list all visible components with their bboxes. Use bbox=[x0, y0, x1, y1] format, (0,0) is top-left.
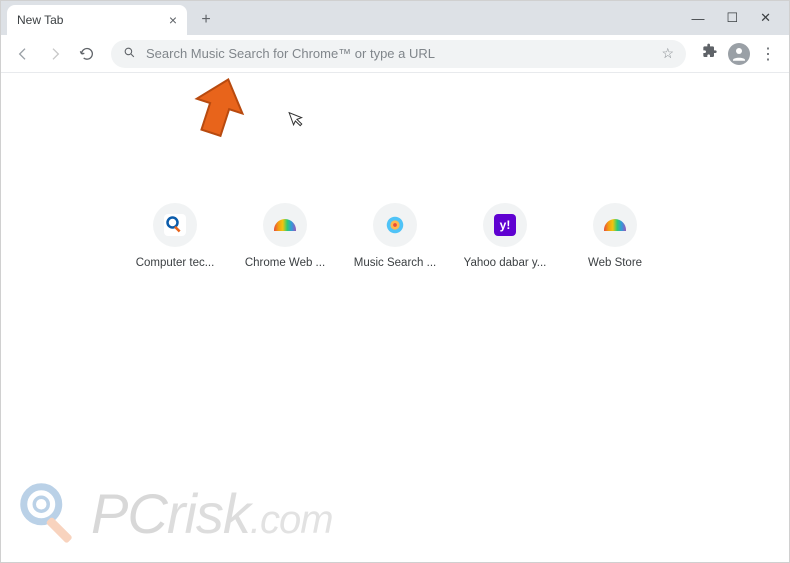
shortcut-computer-tech[interactable]: Computer tec... bbox=[133, 203, 217, 269]
shortcut-label: Computer tec... bbox=[136, 257, 215, 269]
shortcut-label: Chrome Web ... bbox=[245, 257, 325, 269]
titlebar: New Tab × + — ☐ ✕ bbox=[1, 1, 789, 35]
shortcut-chrome-web[interactable]: Chrome Web ... bbox=[243, 203, 327, 269]
back-button[interactable] bbox=[9, 40, 37, 68]
close-window-button[interactable]: ✕ bbox=[760, 10, 771, 26]
mouse-cursor-icon bbox=[288, 107, 308, 132]
arrow-right-icon bbox=[47, 46, 63, 62]
shortcut-label: Yahoo dabar y... bbox=[464, 257, 547, 269]
tab-title: New Tab bbox=[17, 13, 63, 27]
menu-button[interactable]: ⋮ bbox=[760, 44, 775, 64]
shortcut-music-search[interactable]: Music Search ... bbox=[353, 203, 437, 269]
address-bar-placeholder: Search Music Search for Chrome™ or type … bbox=[146, 46, 651, 61]
shortcut-icon: y! bbox=[483, 203, 527, 247]
shortcut-icon bbox=[263, 203, 307, 247]
annotation-arrow-icon bbox=[189, 76, 249, 140]
reload-button[interactable] bbox=[73, 40, 101, 68]
window-controls: — ☐ ✕ bbox=[691, 1, 789, 35]
toolbar: Search Music Search for Chrome™ or type … bbox=[1, 35, 789, 73]
forward-button[interactable] bbox=[41, 40, 69, 68]
shortcut-icon bbox=[153, 203, 197, 247]
watermark: PCrisk.com bbox=[15, 478, 333, 548]
search-icon bbox=[123, 46, 136, 62]
reload-icon bbox=[79, 46, 95, 62]
new-tab-button[interactable]: + bbox=[193, 7, 219, 33]
watermark-text: C bbox=[127, 482, 166, 545]
watermark-text: risk bbox=[167, 482, 250, 545]
shortcut-yahoo[interactable]: y! Yahoo dabar y... bbox=[463, 203, 547, 269]
maximize-button[interactable]: ☐ bbox=[726, 10, 738, 26]
address-bar[interactable]: Search Music Search for Chrome™ or type … bbox=[111, 40, 686, 68]
person-icon bbox=[730, 45, 748, 63]
new-tab-page: Computer tec... Chrome Web ... Music Sea… bbox=[1, 73, 789, 562]
extensions-icon[interactable] bbox=[702, 43, 718, 64]
shortcuts-row: Computer tec... Chrome Web ... Music Sea… bbox=[133, 203, 657, 269]
close-tab-icon[interactable]: × bbox=[169, 12, 177, 28]
watermark-icon bbox=[15, 478, 85, 548]
watermark-text: .com bbox=[250, 498, 333, 542]
shortcut-icon bbox=[593, 203, 637, 247]
profile-avatar[interactable] bbox=[728, 43, 750, 65]
shortcut-web-store[interactable]: Web Store bbox=[573, 203, 657, 269]
bookmark-star-icon[interactable]: ☆ bbox=[661, 45, 674, 62]
shortcut-label: Web Store bbox=[588, 257, 642, 269]
shortcut-icon bbox=[373, 203, 417, 247]
browser-tab[interactable]: New Tab × bbox=[7, 5, 187, 35]
minimize-button[interactable]: — bbox=[691, 11, 704, 26]
toolbar-right: ⋮ bbox=[696, 43, 781, 65]
shortcut-label: Music Search ... bbox=[354, 257, 436, 269]
arrow-left-icon bbox=[15, 46, 31, 62]
watermark-text: P bbox=[91, 482, 127, 545]
